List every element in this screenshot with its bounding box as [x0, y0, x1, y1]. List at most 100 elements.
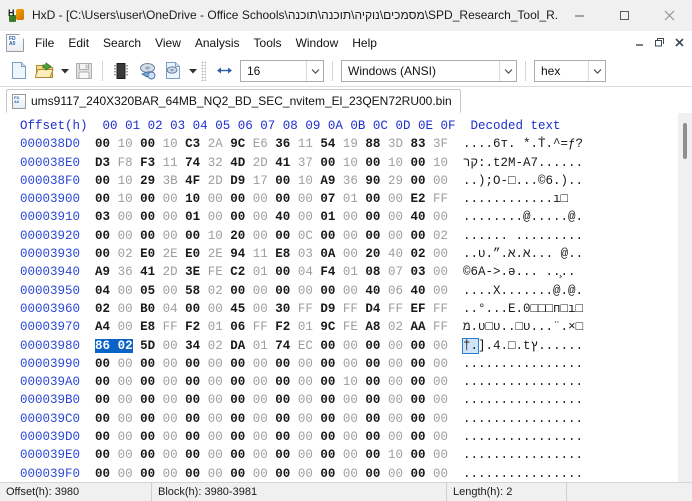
hex-byte[interactable]: 00: [410, 229, 425, 243]
hex-byte[interactable]: 32: [208, 156, 223, 170]
hex-byte[interactable]: FF: [433, 192, 448, 206]
hex-byte[interactable]: 30: [275, 302, 290, 316]
hex-byte[interactable]: 74: [185, 156, 200, 170]
hex-byte[interactable]: 00: [388, 375, 403, 389]
menu-item-help[interactable]: Help: [345, 33, 384, 53]
hex-byte[interactable]: 00: [95, 247, 110, 261]
hex-byte[interactable]: 3E: [185, 265, 200, 279]
hex-byte[interactable]: 00: [163, 393, 178, 407]
hex-byte[interactable]: 00: [118, 229, 133, 243]
hex-byte[interactable]: 10: [118, 192, 133, 206]
menu-item-analysis[interactable]: Analysis: [188, 33, 247, 53]
hex-byte[interactable]: 40: [410, 210, 425, 224]
hex-byte[interactable]: 08: [365, 265, 380, 279]
hex-byte[interactable]: 10: [433, 156, 448, 170]
hex-byte[interactable]: 00: [163, 192, 178, 206]
hex-row[interactable]: 000039A0 00 00 00 00 00 00 00 00 00 00 0…: [0, 373, 677, 391]
hex-byte[interactable]: 83: [410, 137, 425, 151]
hex-byte[interactable]: 54: [320, 137, 335, 151]
hex-byte[interactable]: 00: [253, 393, 268, 407]
hex-byte[interactable]: C3: [185, 137, 200, 151]
hex-byte[interactable]: EC: [298, 339, 313, 353]
hex-byte[interactable]: 11: [163, 156, 178, 170]
hex-byte[interactable]: 00: [253, 210, 268, 224]
hex-byte[interactable]: F8: [118, 156, 133, 170]
hex-row[interactable]: 000038E0 D3 F8 F3 11 74 32 4D 2D 41 37 0…: [0, 154, 677, 172]
hex-byte[interactable]: 00: [208, 302, 223, 316]
hex-byte[interactable]: 00: [365, 375, 380, 389]
hex-byte[interactable]: 00: [410, 393, 425, 407]
hex-byte[interactable]: 00: [320, 467, 335, 481]
hex-byte[interactable]: 10: [185, 192, 200, 206]
mdi-close-icon[interactable]: [671, 34, 688, 50]
hex-byte[interactable]: 00: [433, 265, 448, 279]
hex-row[interactable]: 000039C0 00 00 00 00 00 00 00 00 00 00 0…: [0, 410, 677, 428]
hex-byte[interactable]: 00: [388, 467, 403, 481]
hex-byte[interactable]: 00: [343, 448, 358, 462]
hex-byte[interactable]: 4F: [185, 174, 200, 188]
hex-row[interactable]: 00003950 04 00 05 00 58 02 00 00 00 00 0…: [0, 282, 677, 300]
hex-byte[interactable]: 00: [343, 210, 358, 224]
hex-byte[interactable]: 02: [208, 284, 223, 298]
hex-byte[interactable]: 00: [208, 430, 223, 444]
hex-byte[interactable]: 00: [118, 210, 133, 224]
hex-byte[interactable]: 00: [410, 339, 425, 353]
hex-byte[interactable]: 00: [95, 412, 110, 426]
hex-byte[interactable]: 00: [208, 210, 223, 224]
hex-decoded-text[interactable]: ...... .........: [463, 229, 583, 243]
hex-row[interactable]: 000038F0 00 10 29 3B 4F 2D D9 17 00 10 A…: [0, 172, 677, 190]
hex-byte[interactable]: E8: [275, 247, 290, 261]
hex-byte[interactable]: 00: [95, 375, 110, 389]
hex-byte[interactable]: 36: [343, 174, 358, 188]
hex-byte[interactable]: FF: [298, 302, 313, 316]
hex-byte[interactable]: FF: [433, 302, 448, 316]
hex-byte[interactable]: 00: [163, 430, 178, 444]
hex-byte[interactable]: 40: [388, 247, 403, 261]
hex-byte[interactable]: 00: [253, 375, 268, 389]
offset-base-chevron-down-icon[interactable]: [588, 60, 605, 81]
hex-row[interactable]: 000038D0 00 10 00 10 C3 2A 9C E6 36 11 5…: [0, 135, 677, 153]
hex-byte[interactable]: 00: [163, 210, 178, 224]
hex-byte[interactable]: 00: [298, 192, 313, 206]
hex-decoded-text[interactable]: ....X.......@.@.: [463, 284, 583, 298]
hex-byte[interactable]: 00: [410, 357, 425, 371]
hex-decoded-text[interactable]: ................: [463, 357, 583, 371]
hex-byte[interactable]: 29: [388, 174, 403, 188]
hex-byte[interactable]: 02: [118, 247, 133, 261]
hex-byte[interactable]: 40: [410, 284, 425, 298]
close-icon[interactable]: [647, 0, 692, 31]
hex-byte[interactable]: 00: [365, 467, 380, 481]
hex-byte[interactable]: 11: [253, 247, 268, 261]
hex-byte[interactable]: 00: [140, 137, 155, 151]
open-dropdown-icon[interactable]: [58, 58, 71, 84]
hex-decoded-text[interactable]: ................: [463, 448, 583, 462]
hex-byte[interactable]: E0: [185, 247, 200, 261]
hex-byte[interactable]: 00: [343, 357, 358, 371]
hex-byte[interactable]: EF: [410, 302, 425, 316]
hex-byte[interactable]: 88: [365, 137, 380, 151]
hex-byte[interactable]: 01: [343, 192, 358, 206]
bytes-per-row-combo[interactable]: 16: [240, 59, 324, 82]
hex-byte[interactable]: FF: [388, 302, 403, 316]
bytes-per-row-icon[interactable]: [211, 58, 237, 84]
hex-byte[interactable]: 40: [275, 210, 290, 224]
hex-byte[interactable]: 07: [388, 265, 403, 279]
hex-byte[interactable]: 00: [275, 393, 290, 407]
hex-decoded-text[interactable]: ................: [463, 467, 583, 481]
hex-byte[interactable]: C2: [230, 265, 245, 279]
hex-byte[interactable]: 00: [95, 448, 110, 462]
hex-byte[interactable]: F2: [275, 320, 290, 334]
hex-byte[interactable]: 01: [185, 210, 200, 224]
hex-byte[interactable]: 00: [433, 339, 448, 353]
hex-byte[interactable]: 00: [118, 284, 133, 298]
hex-byte[interactable]: 00: [365, 192, 380, 206]
hex-decoded-text[interactable]: ....6т. *.Ṫ.^=ƒ?: [463, 137, 583, 151]
hex-byte[interactable]: 00: [365, 210, 380, 224]
hex-byte[interactable]: 00: [410, 412, 425, 426]
hex-byte[interactable]: 06: [388, 284, 403, 298]
hex-byte[interactable]: 00: [433, 430, 448, 444]
hex-byte[interactable]: 00: [365, 430, 380, 444]
hex-byte[interactable]: 10: [343, 375, 358, 389]
hex-decoded-text[interactable]: ........@.....@.: [463, 210, 583, 224]
hex-byte[interactable]: 00: [140, 210, 155, 224]
